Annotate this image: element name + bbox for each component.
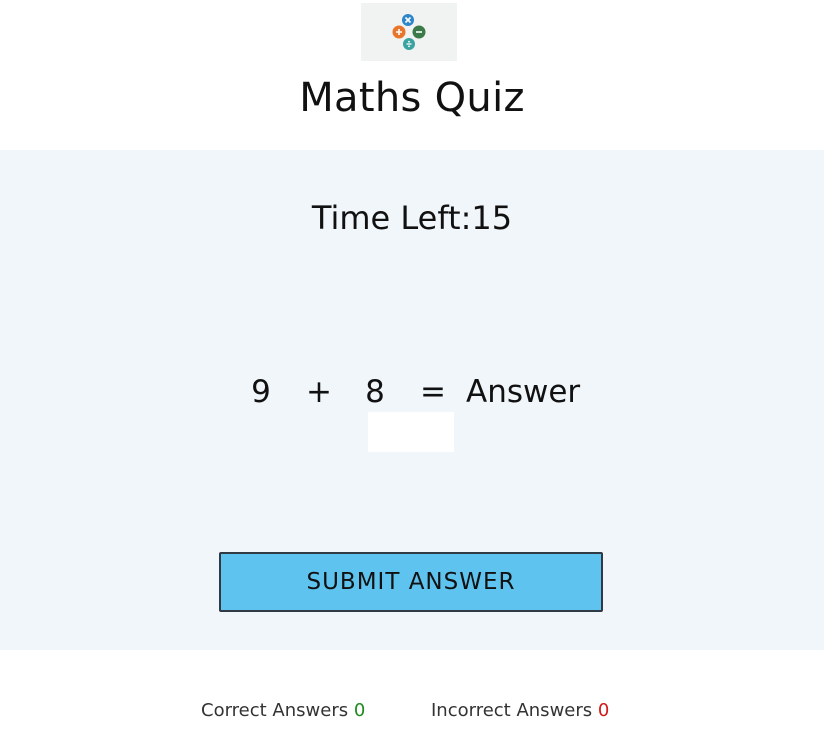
math-operations-icon — [392, 14, 426, 50]
correct-answers: Correct Answers 0 — [201, 697, 365, 725]
submit-answer-button[interactable]: SUBMIT ANSWER — [219, 552, 603, 612]
header: Maths Quiz — [0, 0, 824, 150]
operand-1: 9 — [251, 374, 271, 410]
math-operations-logo — [361, 3, 457, 61]
timer-label: Time Left: — [311, 199, 472, 237]
answer-label: Answer — [466, 374, 581, 410]
incorrect-answers-count: 0 — [597, 700, 610, 721]
page-title: Maths Quiz — [299, 75, 525, 121]
incorrect-answers-label: Incorrect Answers — [431, 700, 593, 721]
maths-quiz-page: Maths Quiz Time Left:15 9 + 8 = Answer S… — [0, 0, 824, 735]
quiz-panel: Time Left:15 9 + 8 = Answer SUBMIT ANSWE… — [0, 150, 824, 650]
incorrect-answers: Incorrect Answers 0 — [431, 697, 609, 725]
timer-value: 15 — [471, 199, 513, 237]
correct-answers-count: 0 — [353, 700, 366, 721]
correct-answers-label: Correct Answers — [201, 700, 349, 721]
equals-sign: = — [420, 374, 446, 410]
operator: + — [306, 374, 332, 410]
score-summary: Correct Answers 0 Incorrect Answers 0 — [0, 697, 824, 725]
timer: Time Left:15 — [0, 198, 824, 238]
operand-2: 8 — [365, 374, 385, 410]
answer-input[interactable] — [368, 412, 454, 452]
